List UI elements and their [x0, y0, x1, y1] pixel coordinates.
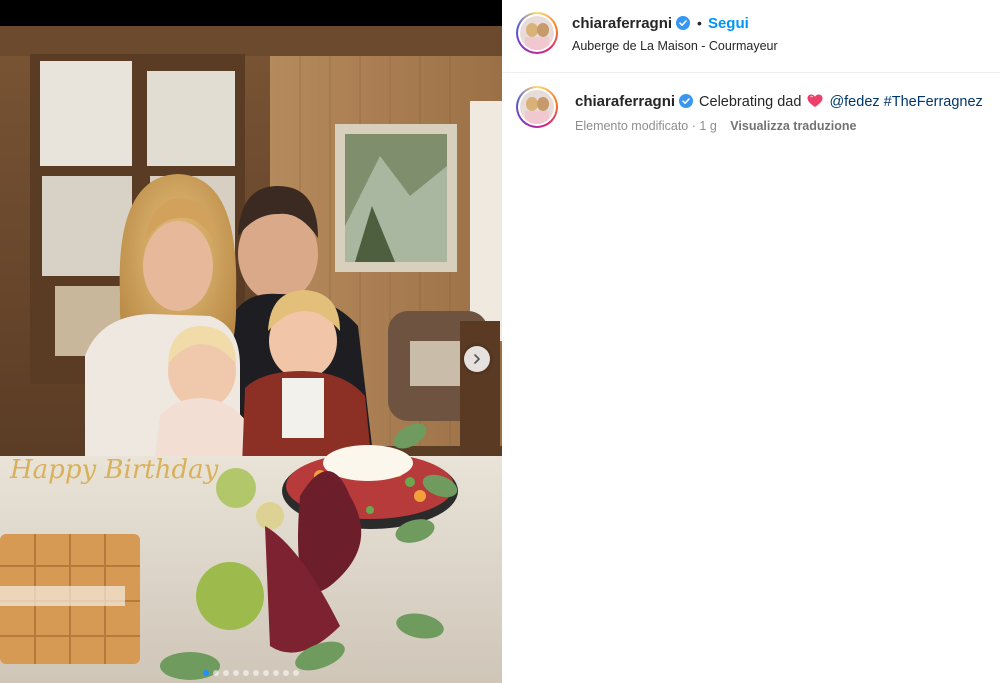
see-translation-button[interactable]: Visualizza traduzione: [730, 119, 856, 133]
avatar[interactable]: [516, 12, 558, 54]
heart-emoji-icon: [807, 94, 823, 107]
avatar-image: [520, 90, 554, 124]
time-ago[interactable]: 1 g: [699, 119, 716, 133]
post-media[interactable]: Happy Birthday: [0, 0, 502, 683]
caption-text: Celebrating dad: [699, 94, 802, 110]
carousel-dot: [293, 670, 299, 676]
header-separator: •: [697, 15, 702, 31]
caption-username-link[interactable]: chiaraferragni: [575, 93, 675, 110]
carousel-dot: [283, 670, 289, 676]
time-separator: ·: [691, 119, 696, 133]
media-top-bar: [0, 0, 502, 26]
edited-label: Elemento modificato: [575, 119, 689, 133]
username-link[interactable]: chiaraferragni: [572, 15, 672, 32]
post-photo: Happy Birthday: [0, 26, 502, 683]
carousel-dot: [263, 670, 269, 676]
carousel-dot: [253, 670, 259, 676]
avatar-image: [520, 16, 554, 50]
mention-link[interactable]: @fedez: [829, 94, 879, 110]
carousel-dot: [213, 670, 219, 676]
carousel-dot: [223, 670, 229, 676]
cake-topper-text: Happy Birthday: [9, 455, 219, 485]
caption: chiaraferragni Celebrating dad @fedez #The…: [575, 93, 983, 110]
post-header: chiaraferragni • Segui Auberge de La Maiso…: [502, 0, 1000, 73]
verified-badge-icon: [679, 94, 694, 108]
post-side-panel: chiaraferragni • Segui Auberge de La Maiso…: [502, 0, 1000, 683]
caption-avatar[interactable]: [516, 86, 558, 128]
hashtag-link[interactable]: #TheFerragnez: [884, 94, 983, 110]
chevron-right-icon: [474, 354, 480, 364]
carousel-dot: [233, 670, 239, 676]
verified-badge-icon: [676, 16, 691, 30]
carousel-next-button[interactable]: [464, 346, 490, 372]
caption-meta: Elemento modificato · 1 g Visualizza tra…: [575, 119, 856, 133]
carousel-dot: [243, 670, 249, 676]
follow-button[interactable]: Segui: [708, 15, 749, 32]
carousel-dots: [0, 670, 502, 676]
carousel-dot: [273, 670, 279, 676]
carousel-dot: [203, 670, 209, 676]
location-link[interactable]: Auberge de La Maison - Courmayeur: [572, 39, 778, 53]
